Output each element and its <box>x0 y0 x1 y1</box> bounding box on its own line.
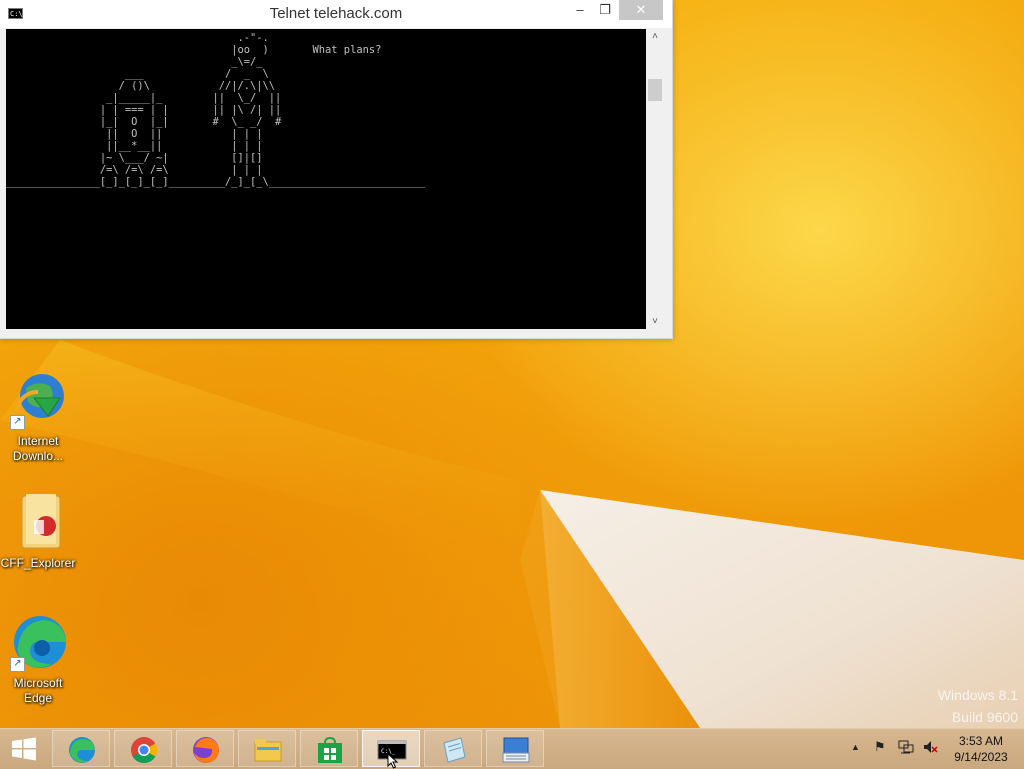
taskbar-button-firefox[interactable] <box>176 730 234 767</box>
close-button[interactable]: ✕ <box>619 0 663 20</box>
file-explorer-icon <box>254 739 282 762</box>
clock-time: 3:53 AM <box>958 734 1004 748</box>
mouse-cursor-icon <box>387 753 399 769</box>
folder-icon <box>8 492 68 552</box>
desktop-icon-cff-explorer[interactable]: CFF_Explorer <box>0 492 76 571</box>
desktop-icon-label: Internet Downlo... <box>12 434 64 463</box>
taskbar-button-notepad[interactable] <box>424 730 482 767</box>
taskbar-button-command-prompt[interactable]: C:\_ <box>362 730 420 769</box>
desktop-icon-label: CFF_Explorer <box>0 556 76 570</box>
internet-download-manager-icon: ↗ <box>8 370 68 430</box>
taskbar-button-edge[interactable] <box>52 730 110 767</box>
keyboard-icon <box>502 737 530 763</box>
firefox-icon <box>193 737 219 763</box>
chrome-icon <box>131 737 158 764</box>
windows-logo-icon <box>12 737 36 761</box>
desktop-icon-label: Microsoft Edge <box>13 676 63 705</box>
volume-muted-icon[interactable] <box>922 739 938 758</box>
taskbar-button-chrome[interactable] <box>114 730 172 767</box>
taskbar-button-file-explorer[interactable] <box>238 730 296 767</box>
taskbar[interactable]: C:\_ ▲ ⚑ 3:53 AM 9/14/2023 <box>0 728 1024 769</box>
terminal-output-area[interactable]: .-"-. |oo ) What plans? _\=/_ ___ / _ \ … <box>6 29 646 329</box>
notepad-icon <box>443 737 466 763</box>
action-center-flag-icon[interactable]: ⚑ <box>874 739 886 755</box>
edge-icon: ↗ <box>8 612 68 672</box>
telnet-console-window[interactable]: C:\. Telnet telehack.com – ❐ ✕ .-"-. |oo… <box>0 0 673 339</box>
shortcut-arrow-icon: ↗ <box>10 415 25 430</box>
taskbar-button-store[interactable] <box>300 730 358 767</box>
taskbar-button-onscreen-keyboard[interactable] <box>486 730 544 767</box>
terminal-text: .-"-. |oo ) What plans? _\=/_ ___ / _ \ … <box>6 32 426 188</box>
desktop-icon-internet-download-manager[interactable]: ↗ Internet Downlo... <box>0 370 76 464</box>
store-icon <box>318 736 342 763</box>
edge-icon <box>69 737 95 763</box>
show-hidden-icons-icon[interactable]: ▲ <box>851 742 860 752</box>
network-icon[interactable] <box>898 739 914 758</box>
desktop-icon-microsoft-edge[interactable]: ↗ Microsoft Edge <box>0 612 76 706</box>
vertical-scrollbar[interactable]: ˄ ˅ <box>646 29 664 329</box>
maximize-button[interactable]: ❐ <box>590 0 620 20</box>
start-button[interactable] <box>8 737 40 761</box>
scroll-up-arrow-icon[interactable]: ˄ <box>646 31 664 42</box>
taskbar-clock[interactable]: 3:53 AM 9/14/2023 <box>946 733 1016 765</box>
window-title-bar[interactable]: C:\. Telnet telehack.com – ❐ ✕ <box>0 0 672 28</box>
scroll-thumb[interactable] <box>648 79 662 101</box>
clock-date: 9/14/2023 <box>954 750 1008 764</box>
shortcut-arrow-icon: ↗ <box>10 657 25 672</box>
scroll-down-arrow-icon[interactable]: ˅ <box>646 316 664 327</box>
windows-build-watermark: Windows 8.1 Build 9600 <box>937 687 1018 725</box>
